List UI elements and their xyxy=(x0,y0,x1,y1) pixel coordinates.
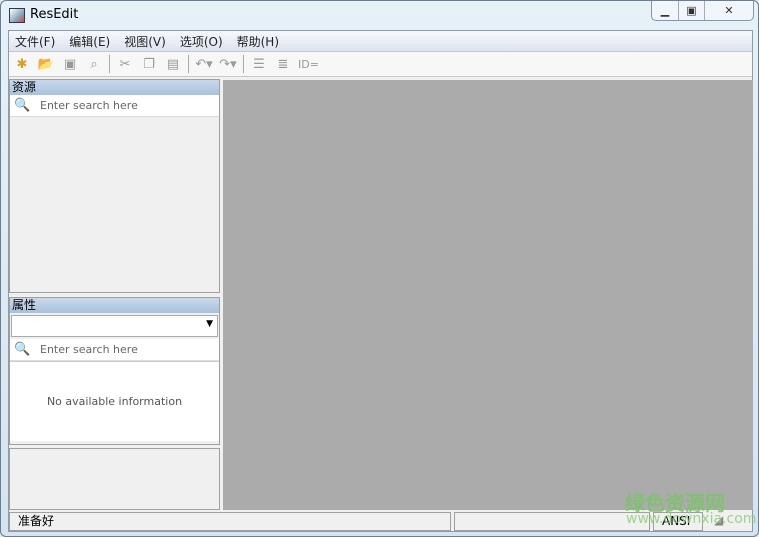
menu-file[interactable]: 文件(F) xyxy=(15,33,55,50)
properties-title: 属性 xyxy=(10,298,219,313)
minimize-button[interactable]: ▁ xyxy=(652,1,679,20)
resources-title: 资源 xyxy=(10,80,219,95)
editor-area[interactable] xyxy=(223,80,753,510)
menu-bar: 文件(F) 编辑(E) 视图(V) 选项(O) 帮助(H) xyxy=(9,31,752,51)
properties-search-input[interactable]: 🔍 Enter search here xyxy=(10,339,219,361)
chevron-down-icon: ▼ xyxy=(206,319,213,329)
search-icon: 🔍 xyxy=(14,342,31,357)
new-icon[interactable]: ✱ xyxy=(13,55,31,73)
redo-icon[interactable]: ↷▾ xyxy=(219,55,237,73)
paste-icon[interactable]: ▤ xyxy=(164,55,182,73)
menu-options[interactable]: 选项(O) xyxy=(180,33,223,50)
app-window: ResEdit ▁ ▣ ✕ 文件(F) 编辑(E) 视图(V) 选项(O) 帮助… xyxy=(0,0,759,537)
maximize-button[interactable]: ▣ xyxy=(679,1,705,20)
separator xyxy=(243,55,244,73)
extra-panel xyxy=(9,448,220,510)
save-icon[interactable]: ▣ xyxy=(61,55,79,73)
close-button[interactable]: ✕ xyxy=(705,1,753,20)
title-bar: ResEdit ▁ ▣ ✕ xyxy=(1,1,758,29)
resources-panel: 资源 🔍 Enter search here xyxy=(9,79,220,293)
properties-empty: No available information xyxy=(10,361,219,441)
list-icon[interactable]: ☰ xyxy=(250,55,268,73)
app-icon xyxy=(9,8,25,23)
status-pane xyxy=(454,512,650,531)
status-text: 准备好 xyxy=(9,512,451,531)
undo-icon[interactable]: ↶▾ xyxy=(195,55,213,73)
menu-view[interactable]: 视图(V) xyxy=(124,33,166,50)
preview-icon[interactable]: ⌕ xyxy=(85,55,103,73)
watermark-url: www.downxia.com xyxy=(626,511,757,527)
toolbar: ✱ 📂 ▣ ⌕ ✂ ❐ ▤ ↶▾ ↷▾ ☰ ≣ ID= xyxy=(9,51,752,77)
search-icon: 🔍 xyxy=(14,98,31,113)
resources-search-input[interactable]: 🔍 Enter search here xyxy=(10,95,219,117)
menu-help[interactable]: 帮助(H) xyxy=(237,33,279,50)
separator xyxy=(109,55,110,73)
menu-edit[interactable]: 编辑(E) xyxy=(69,33,110,50)
copy-icon[interactable]: ❐ xyxy=(140,55,158,73)
cut-icon[interactable]: ✂ xyxy=(116,55,134,73)
open-icon[interactable]: 📂 xyxy=(37,55,55,73)
separator xyxy=(188,55,189,73)
align-icon[interactable]: ≣ xyxy=(274,55,292,73)
window-title: ResEdit xyxy=(30,7,79,22)
properties-panel: 属性 ▼ 🔍 Enter search here No available inf… xyxy=(9,297,220,445)
properties-dropdown[interactable]: ▼ xyxy=(11,315,218,337)
id-label: ID= xyxy=(298,57,319,71)
